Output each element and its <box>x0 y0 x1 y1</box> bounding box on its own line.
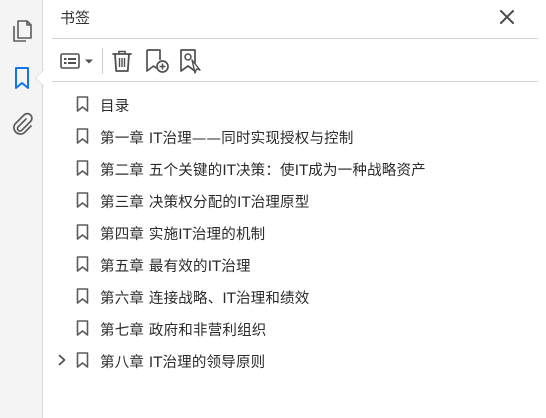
bookmark-icon <box>76 224 89 240</box>
bookmark-label: 第一章 IT治理——同时实现授权与控制 <box>100 131 354 147</box>
bookmark-icon <box>76 288 89 304</box>
bookmark-row[interactable]: 第六章 连接战略、IT治理和绩效 <box>44 280 546 312</box>
pages-icon[interactable] <box>9 18 35 44</box>
bookmark-icon <box>76 320 89 336</box>
bookmark-row[interactable]: 第八章 IT治理的领导原则 <box>44 344 546 376</box>
bookmarks-window: 书签 目录 第一章 IT治理——同时实现授权与控制 第二章 五个关键的IT决策：… <box>0 0 546 418</box>
bookmark-icon <box>76 128 89 144</box>
bookmark-icon <box>76 160 89 176</box>
bookmark-row[interactable]: 第一章 IT治理——同时实现授权与控制 <box>44 120 546 152</box>
bookmark-row[interactable]: 第三章 决策权分配的IT治理原型 <box>44 184 546 216</box>
bookmark-icon <box>76 96 89 112</box>
bookmark-icon[interactable] <box>9 65 35 91</box>
navigation-rail <box>0 0 43 418</box>
bookmark-label: 第七章 政府和非营利组织 <box>100 323 267 339</box>
bookmark-label: 第三章 决策权分配的IT治理原型 <box>100 195 310 211</box>
bookmark-row[interactable]: 第四章 实施IT治理的机制 <box>44 216 546 248</box>
bookmark-label: 第二章 五个关键的IT决策：使IT成为一种战略资产 <box>100 163 426 179</box>
delete-icon[interactable] <box>110 48 134 74</box>
toolbar-separator <box>102 48 103 74</box>
attachment-icon[interactable] <box>9 111 35 137</box>
bookmark-row[interactable]: 目录 <box>44 88 546 120</box>
new-bookmark-icon[interactable] <box>144 48 170 74</box>
bookmark-label: 第四章 实施IT治理的机制 <box>100 227 266 243</box>
divider <box>52 38 538 39</box>
expand-chevron-icon[interactable] <box>56 344 68 376</box>
bookmark-label: 目录 <box>100 99 130 115</box>
bookmark-icon <box>76 352 89 368</box>
divider <box>52 81 538 82</box>
bookmark-label: 第六章 连接战略、IT治理和绩效 <box>100 291 310 307</box>
options-menu-icon <box>60 53 93 69</box>
bookmark-row[interactable]: 第二章 五个关键的IT决策：使IT成为一种战略资产 <box>44 152 546 184</box>
new-bookmark-from-structure-icon[interactable] <box>178 48 204 74</box>
panel-title: 书签 <box>60 9 91 27</box>
bookmarks-toolbar <box>44 40 546 80</box>
bookmarks-panel: 书签 目录 第一章 IT治理——同时实现授权与控制 第二章 五个关键的IT决策：… <box>44 0 546 418</box>
bookmark-row[interactable]: 第七章 政府和非营利组织 <box>44 312 546 344</box>
options-menu-button[interactable] <box>60 48 96 74</box>
active-pointer <box>36 70 44 86</box>
bookmark-label: 第五章 最有效的IT治理 <box>100 259 251 275</box>
close-icon[interactable] <box>498 8 516 26</box>
bookmark-icon <box>76 256 89 272</box>
bookmark-row[interactable]: 第五章 最有效的IT治理 <box>44 248 546 280</box>
bookmark-icon <box>76 192 89 208</box>
bookmark-label: 第八章 IT治理的领导原则 <box>100 355 266 371</box>
